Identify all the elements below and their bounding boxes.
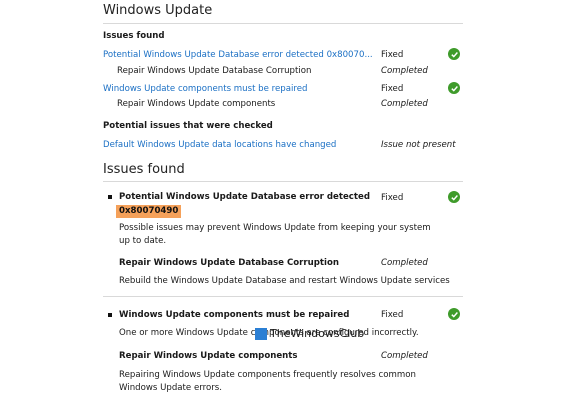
detail-status-database: Fixed	[381, 193, 404, 203]
details-divider	[103, 181, 463, 182]
watermark-text: TheWindowsClub	[270, 327, 365, 340]
fix-status-database: Completed	[381, 258, 428, 268]
issue-link-components[interactable]: Windows Update components must be repair…	[103, 84, 307, 94]
detail-title-database: Potential Windows Update Database error …	[119, 192, 370, 202]
check-circle-icon	[448, 308, 460, 320]
issues-found-heading: Issues found	[103, 31, 165, 41]
issue-substatus-components: Completed	[381, 99, 428, 109]
fix-status-components: Completed	[381, 351, 428, 361]
error-code-badge: 0x80070490	[116, 205, 182, 218]
issue-subtext-database: Repair Windows Update Database Corruptio…	[117, 66, 312, 76]
detail-description-database: Possible issues may prevent Windows Upda…	[119, 223, 431, 246]
check-circle-icon	[448, 82, 460, 94]
detail-status-components: Fixed	[381, 310, 404, 320]
issue-substatus-database: Completed	[381, 66, 428, 76]
fix-description-database: Rebuild the Windows Update Database and …	[119, 276, 450, 286]
fix-title-database: Repair Windows Update Database Corruptio…	[119, 258, 339, 268]
checked-link-locations[interactable]: Default Windows Update data locations ha…	[103, 140, 336, 150]
issue-subtext-components: Repair Windows Update components	[117, 99, 276, 109]
watermark-logo-icon	[255, 327, 267, 340]
issue-status-database: Fixed	[381, 50, 404, 60]
checked-heading: Potential issues that were checked	[103, 121, 273, 131]
issue-link-database[interactable]: Potential Windows Update Database error …	[103, 50, 373, 60]
section-divider	[103, 296, 463, 297]
bullet-icon	[108, 313, 112, 317]
checked-status-locations: Issue not present	[381, 140, 456, 150]
fix-description-components: Repairing Windows Update components freq…	[119, 370, 416, 393]
fix-title-components: Repair Windows Update components	[119, 351, 298, 361]
bullet-icon	[108, 195, 112, 199]
page-title: Windows Update	[103, 3, 213, 18]
check-circle-icon	[448, 48, 460, 60]
detail-title-components: Windows Update components must be repair…	[119, 310, 350, 320]
details-heading: Issues found	[103, 162, 185, 177]
title-divider	[103, 23, 463, 24]
check-circle-icon	[448, 191, 460, 203]
watermark: TheWindowsClub	[255, 327, 364, 340]
issue-status-components: Fixed	[381, 84, 404, 94]
